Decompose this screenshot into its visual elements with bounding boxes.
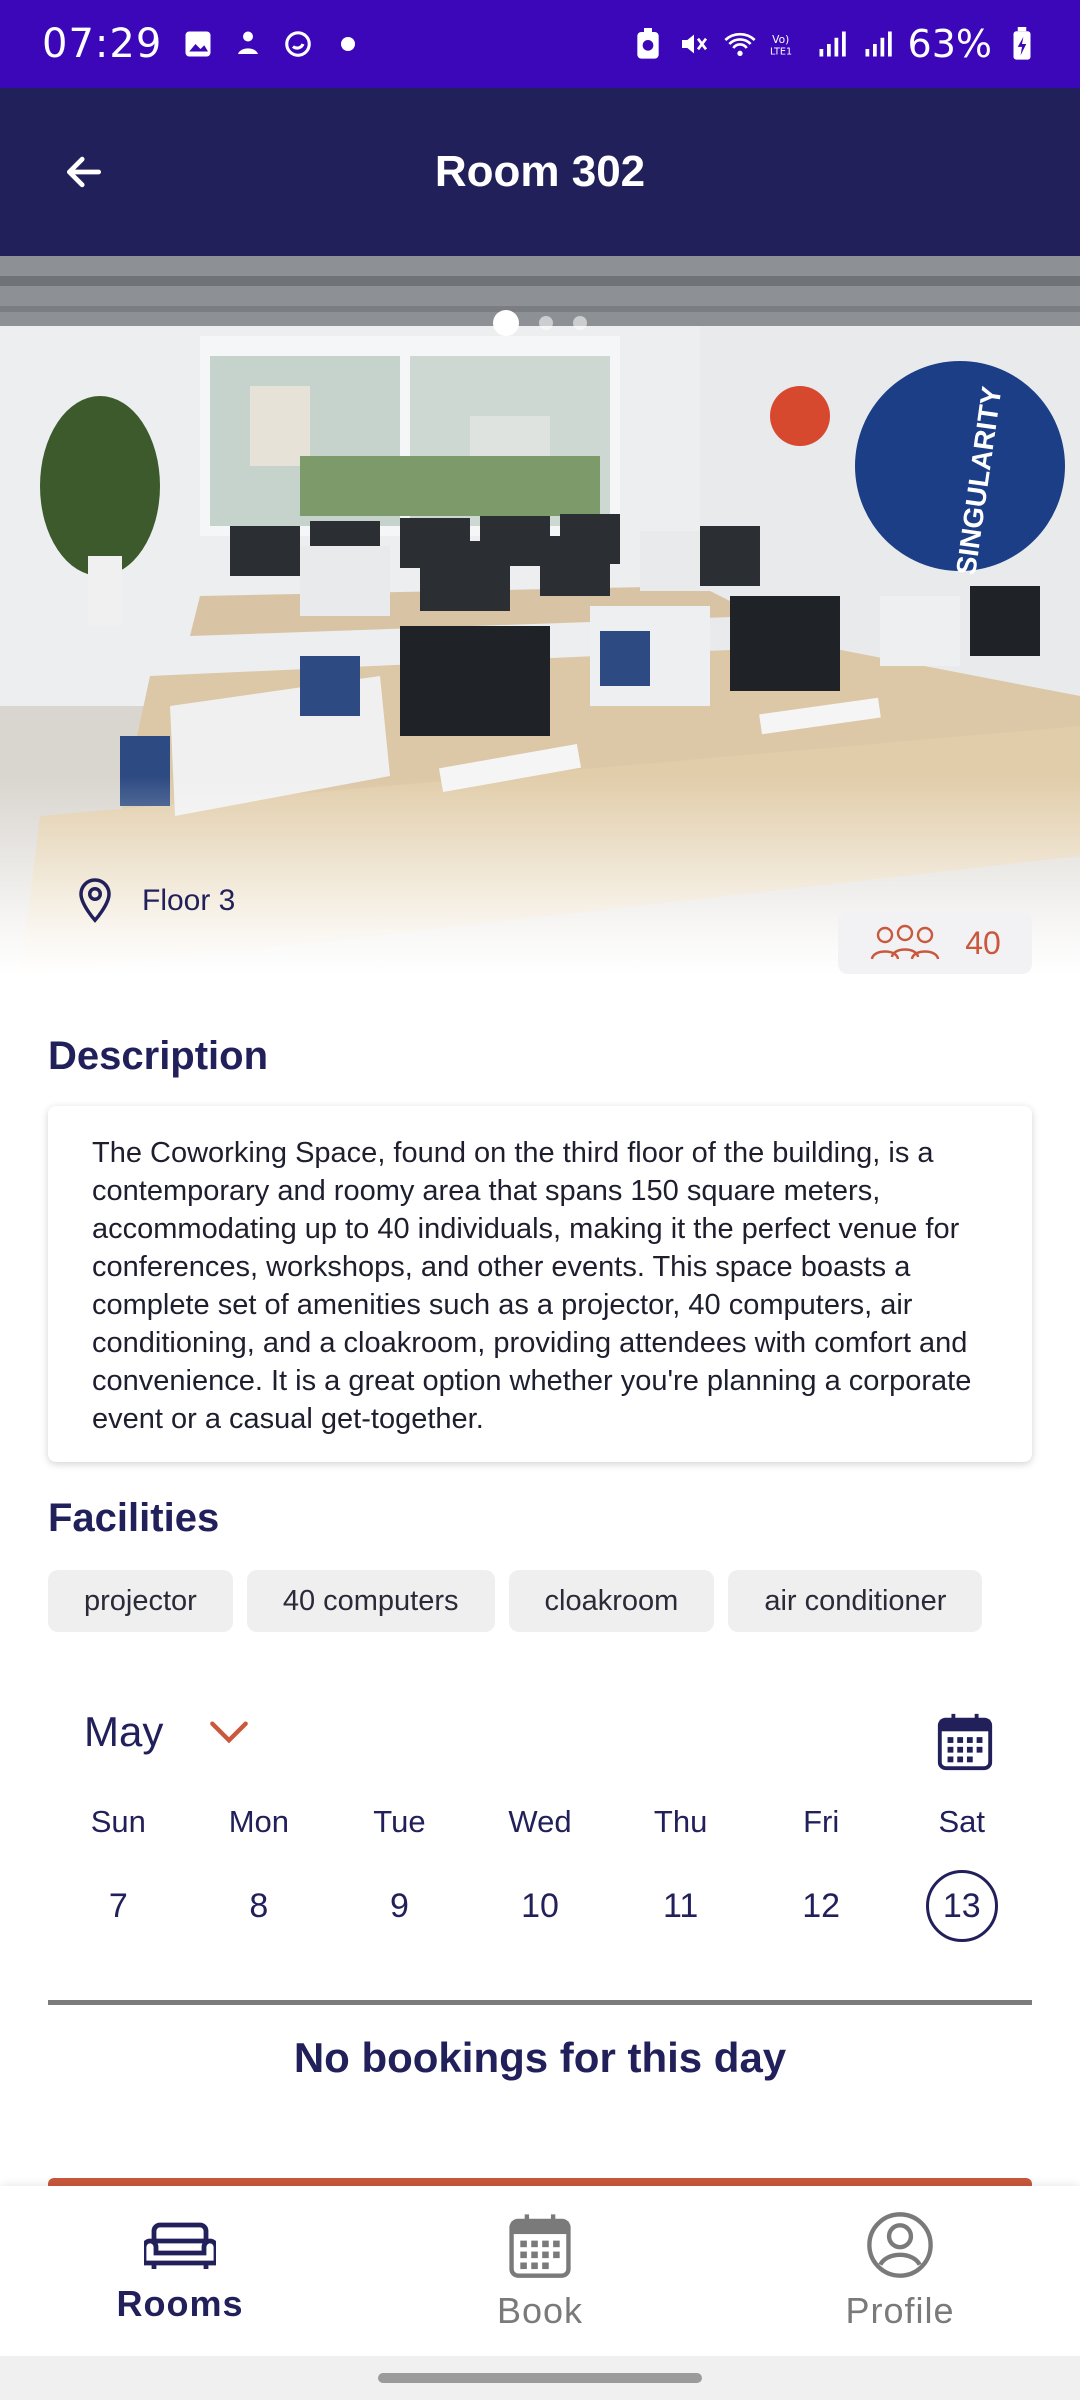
carousel-dots [0, 310, 1080, 336]
day-wed[interactable]: Wed 10 [470, 1804, 611, 1942]
description-card: The Coworking Space, found on the third … [48, 1106, 1032, 1462]
battery-saver-icon [632, 28, 664, 60]
floor-label: Floor 3 [142, 884, 236, 917]
app-bar: Room 302 [0, 88, 1080, 256]
facilities-heading: Facilities [48, 1496, 220, 1540]
day-name: Thu [653, 1804, 708, 1839]
day-number: 12 [802, 1886, 841, 1925]
day-name: Mon [228, 1804, 290, 1839]
day-number: 8 [249, 1886, 269, 1925]
gallery-icon [182, 28, 214, 60]
day-name: Sat [938, 1804, 986, 1839]
carousel-dot[interactable] [573, 316, 587, 330]
calendar-button[interactable] [934, 1710, 996, 1772]
carousel-dot[interactable] [539, 316, 553, 330]
sync-icon [282, 28, 314, 60]
nav-profile[interactable]: Profile [720, 2186, 1080, 2356]
day-name: Wed [508, 1804, 572, 1839]
day-thu[interactable]: Thu 11 [610, 1804, 751, 1942]
app-icon [232, 28, 264, 60]
status-left-icons [182, 28, 364, 60]
gesture-bar [0, 2356, 1080, 2400]
chevron-down-icon [210, 1721, 249, 1744]
facility-chip: cloakroom [508, 1570, 715, 1632]
volte-icon: Vo) LTE1 [770, 28, 802, 60]
battery-percent: 63% [907, 22, 992, 66]
day-fri[interactable]: Fri 12 [751, 1804, 892, 1942]
day-name: Sun [90, 1804, 146, 1839]
room-photo-carousel[interactable]: SINGULARITY Floor 3 40 [0, 256, 1080, 976]
month-selector[interactable]: May [84, 1708, 249, 1756]
day-mon[interactable]: Mon 8 [189, 1804, 330, 1942]
week-strip: Sun 7 Mon 8 Tue 9 Wed 10 Thu 11 Fri 12 Sat 13 [48, 1804, 1032, 1942]
nav-label: Profile [845, 2290, 955, 2331]
svg-text:Vo): Vo) [772, 33, 789, 46]
nav-book[interactable]: Book [360, 2186, 720, 2356]
location-pin-icon [79, 878, 111, 923]
description-text: The Coworking Space, found on the third … [92, 1137, 972, 1435]
description-heading: Description [48, 1034, 269, 1078]
people-icon [871, 924, 940, 960]
nav-label: Rooms [116, 2283, 244, 2324]
facilities-list: projector 40 computers cloakroom air con… [48, 1570, 983, 1632]
calendar-icon [937, 1713, 993, 1771]
empty-bookings-message: No bookings for this day [293, 2034, 787, 2081]
facility-chip: 40 computers [246, 1570, 495, 1632]
selected-day-number: 13 [925, 1870, 998, 1942]
day-name: Tue [373, 1804, 426, 1839]
month-label: May [84, 1708, 164, 1755]
sofa-icon [144, 2222, 216, 2269]
svg-text:LTE1: LTE1 [770, 47, 792, 58]
wifi-icon [723, 28, 756, 60]
page-title: Room 302 [434, 147, 646, 196]
divider [48, 2000, 1032, 2005]
day-number: 10 [521, 1886, 559, 1925]
signal-icon [862, 28, 894, 60]
day-sun[interactable]: Sun 7 [48, 1804, 189, 1942]
gesture-handle[interactable] [378, 2373, 702, 2383]
floor-info: Floor 3 [74, 876, 235, 926]
signal-icon [816, 28, 848, 60]
facility-chip: air conditioner [728, 1570, 983, 1632]
day-name: Fri [803, 1804, 840, 1839]
status-right-icons: Vo) LTE1 63% [632, 22, 1038, 66]
day-number: 9 [389, 1886, 409, 1925]
day-tue[interactable]: Tue 9 [329, 1804, 470, 1942]
back-button[interactable] [52, 140, 116, 204]
arrow-left-icon [66, 156, 102, 188]
profile-icon [867, 2212, 933, 2278]
status-bar: 07:29 Vo) LTE1 63% [0, 0, 1080, 88]
nav-rooms[interactable]: Rooms [0, 2186, 360, 2356]
facility-chip: projector [48, 1570, 233, 1632]
battery-icon [1006, 27, 1038, 60]
carousel-dot[interactable] [493, 310, 519, 336]
nav-label: Book [496, 2290, 584, 2331]
capacity-badge: 40 [838, 912, 1032, 974]
day-number: 7 [108, 1886, 128, 1925]
mute-icon [678, 28, 710, 60]
calendar-icon [509, 2214, 571, 2278]
day-sat[interactable]: Sat 13 [891, 1804, 1032, 1942]
bottom-navigation: Rooms Book Profile [0, 2186, 1080, 2356]
status-time: 07:29 [42, 21, 163, 67]
dot-icon [332, 28, 364, 60]
room-details-screen: 07:29 Vo) LTE1 63% Room 302 SINGULARITY … [0, 0, 1080, 2400]
day-number: 11 [662, 1886, 699, 1925]
capacity-value: 40 [965, 924, 1001, 961]
